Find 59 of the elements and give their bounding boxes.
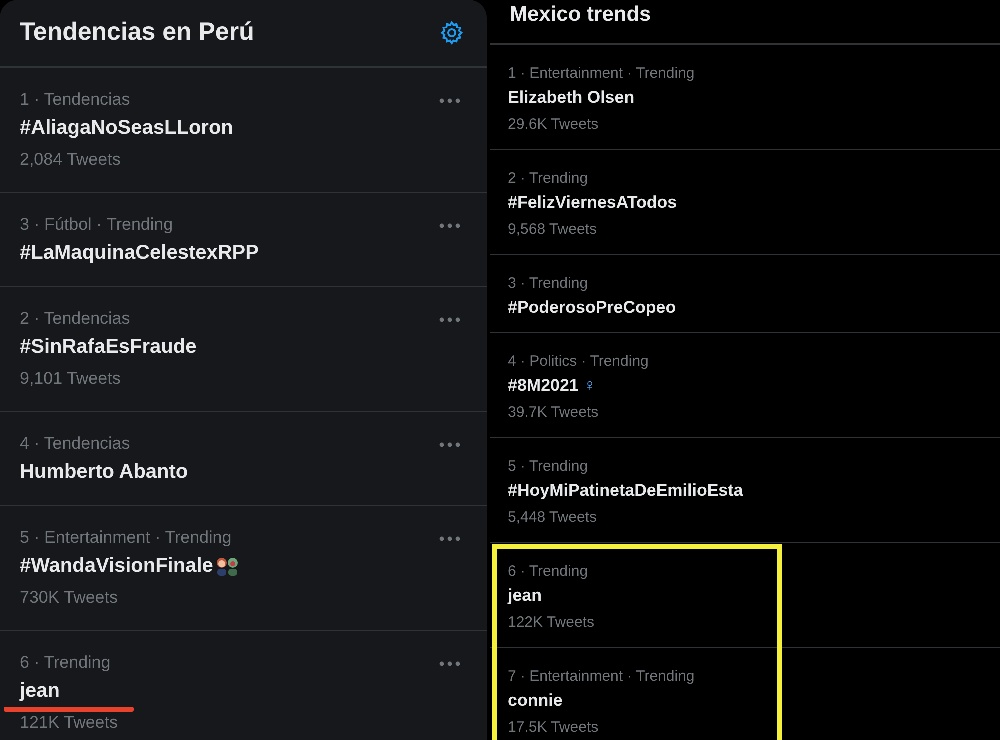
trend-name: #PoderosoPreCopeo bbox=[508, 298, 676, 317]
settings-icon[interactable] bbox=[439, 20, 465, 46]
trend-item[interactable]: 2 · Trending #FelizViernesATodos 9,568 Tweets bbox=[490, 150, 1000, 255]
tweet-count: 2,084 Tweets bbox=[20, 149, 122, 171]
trend-item[interactable]: 1 · Entertainment · Trending Elizabeth Olsen 29.6K Tweets bbox=[490, 45, 1000, 150]
trend-meta: 2 · Trending bbox=[508, 169, 590, 189]
more-icon[interactable] bbox=[439, 98, 461, 104]
panel-title: Tendencias en Perú bbox=[20, 17, 254, 48]
more-icon[interactable] bbox=[439, 317, 461, 323]
tweet-count: 17.5K Tweets bbox=[508, 718, 600, 738]
trend-meta: 4 · Politics · Trending bbox=[508, 352, 650, 372]
trend-item[interactable]: 5 · Trending #HoyMiPatinetaDeEmilioEsta 5,448 Tweets bbox=[490, 438, 1000, 543]
trend-item[interactable]: 3 · Fútbol · Trending #LaMaquinaCelestexRPP bbox=[0, 193, 487, 287]
trend-name: connie bbox=[508, 691, 563, 710]
more-icon[interactable] bbox=[439, 536, 461, 542]
trend-meta: 1 · Tendencias bbox=[20, 89, 130, 111]
female-symbol: ♀ bbox=[584, 376, 596, 395]
trend-item[interactable]: 1 · Tendencias #AliagaNoSeasLLoron 2,084 Tweets bbox=[0, 68, 487, 193]
trend-name: #FelizViernesATodos bbox=[508, 193, 678, 212]
trend-meta: 7 · Entertainment · Trending bbox=[508, 667, 696, 687]
tweet-count: 122K Tweets bbox=[508, 613, 596, 633]
trend-name: #HoyMiPatinetaDeEmilioEsta bbox=[508, 481, 744, 500]
trend-meta: 4 · Tendencias bbox=[20, 433, 130, 455]
trend-name: jean bbox=[20, 679, 60, 704]
tweet-count: 5,448 Tweets bbox=[508, 508, 598, 528]
tweet-count: 39.7K Tweets bbox=[508, 403, 600, 423]
trend-item[interactable]: 2 · Tendencias #SinRafaEsFraude 9,101 Tweets bbox=[0, 287, 487, 412]
trend-name: #8M2021 bbox=[508, 376, 579, 395]
trend-meta: 3 · Trending bbox=[508, 274, 590, 294]
trend-meta: 5 · Entertainment · Trending bbox=[20, 527, 232, 549]
tweet-count: 121K Tweets bbox=[20, 712, 119, 734]
trend-meta: 6 · Trending bbox=[20, 652, 111, 674]
trend-name: #SinRafaEsFraude bbox=[20, 335, 197, 360]
tweet-count: 29.6K Tweets bbox=[508, 115, 600, 135]
trend-meta: 5 · Trending bbox=[508, 457, 590, 477]
trend-item[interactable]: 7 · Entertainment · Trending connie 17.5K Tweets bbox=[490, 648, 1000, 740]
trend-item[interactable]: 6 · Trending jean 121K Tweets bbox=[0, 631, 487, 740]
more-icon[interactable] bbox=[439, 661, 461, 667]
more-icon[interactable] bbox=[439, 223, 461, 229]
tweet-count: 9,101 Tweets bbox=[20, 368, 122, 390]
tweet-count: 9,568 Tweets bbox=[508, 220, 598, 240]
trend-item[interactable]: 4 · Tendencias Humberto Abanto bbox=[0, 412, 487, 506]
trend-item[interactable]: 5 · Entertainment · Trending #WandaVisionFinale 730K Tweets bbox=[0, 506, 487, 631]
more-icon[interactable] bbox=[439, 442, 461, 448]
trend-name: #AliagaNoSeasLLoron bbox=[20, 116, 234, 141]
trend-item[interactable]: 4 · Politics · Trending #8M2021 ♀ 39.7K Tweets bbox=[490, 333, 1000, 438]
trend-item[interactable]: 3 · Trending #PoderosoPreCopeo bbox=[490, 255, 1000, 333]
trend-meta: 3 · Fútbol · Trending bbox=[20, 214, 174, 236]
tweet-count: 730K Tweets bbox=[20, 587, 119, 609]
trend-name: jean bbox=[508, 586, 542, 605]
trend-meta: 2 · Tendencias bbox=[20, 308, 130, 330]
panel-title: Mexico trends bbox=[510, 2, 652, 28]
trend-meta: 1 · Entertainment · Trending bbox=[508, 64, 696, 84]
trend-name: #LaMaquinaCelestexRPP bbox=[20, 241, 259, 266]
trend-name: #WandaVisionFinale bbox=[20, 554, 214, 579]
trend-meta: 6 · Trending bbox=[508, 562, 590, 582]
trend-item[interactable]: 6 · Trending jean 122K Tweets bbox=[490, 543, 1000, 648]
trend-name: Humberto Abanto bbox=[20, 460, 188, 485]
trend-name: Elizabeth Olsen bbox=[508, 88, 635, 107]
